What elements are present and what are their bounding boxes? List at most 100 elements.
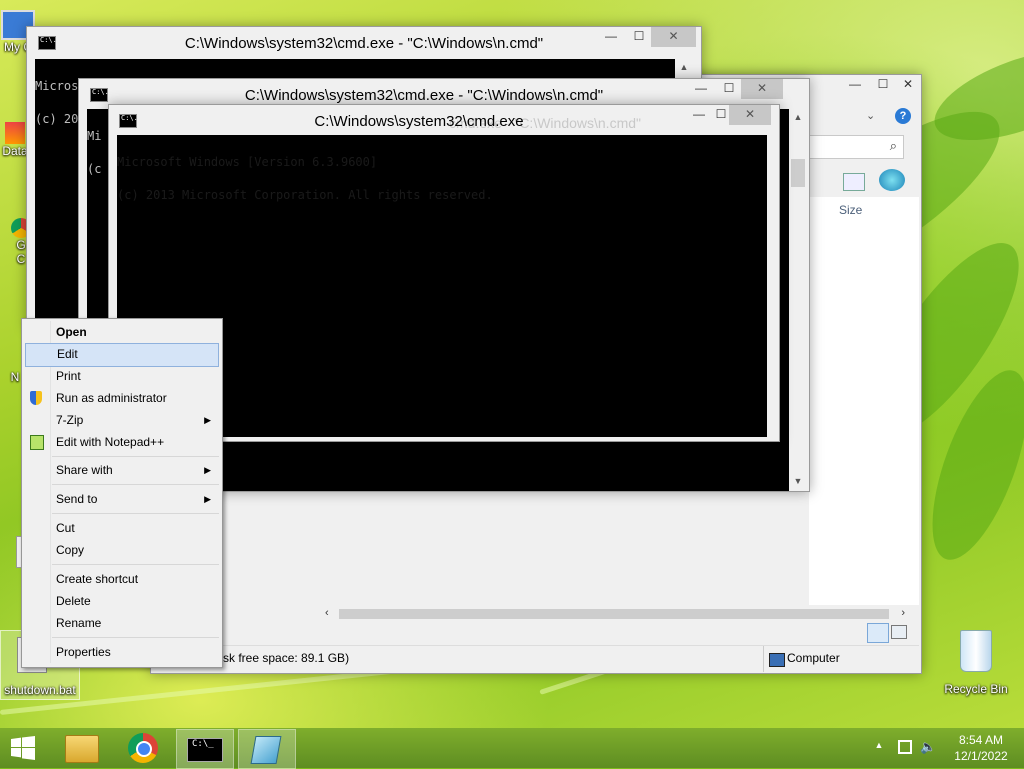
search-icon: ⌕: [889, 138, 897, 153]
menu-item-label: Properties: [56, 645, 111, 659]
submenu-arrow-icon: ▶: [204, 465, 211, 475]
horizontal-scrollbar[interactable]: ‹ ›: [323, 605, 913, 623]
cmd-window-1-titlebar[interactable]: C:\Windows\system32\cmd.exe - "C:\Window…: [27, 27, 701, 57]
chevron-up-icon[interactable]: ▲: [675, 59, 693, 75]
menu-item-label: 7-Zip: [56, 413, 84, 427]
chevron-down-icon[interactable]: ▼: [789, 473, 807, 489]
maximize-button[interactable]: ☐: [625, 27, 653, 47]
console-icon: [90, 88, 109, 102]
chrome-icon-center: [136, 741, 152, 757]
menu-item-label: Run as administrator: [56, 391, 167, 405]
close-button[interactable]: ✕: [729, 105, 771, 125]
chevron-left-icon[interactable]: ‹: [325, 607, 329, 619]
taskbar-cmd[interactable]: C:\_: [176, 729, 234, 769]
taskbar-file-explorer[interactable]: [53, 729, 109, 767]
close-button[interactable]: ✕: [651, 27, 696, 47]
minimize-button[interactable]: —: [687, 79, 715, 99]
cmd-window-3-titlebar[interactable]: cmd.exe - "C:\Windows\n.cmd" C:\Windows\…: [109, 105, 779, 135]
windows-logo-icon: [11, 736, 35, 760]
shield-icon: [30, 391, 42, 405]
context-menu[interactable]: Open Edit Print Run as administrator 7-Z…: [21, 318, 223, 668]
submenu-arrow-icon: ▶: [204, 494, 211, 504]
chrome-icon: [128, 733, 158, 763]
menu-item-label: Print: [56, 369, 81, 383]
network-icon[interactable]: [898, 740, 912, 754]
chevron-right-icon[interactable]: ›: [901, 607, 905, 619]
console-line: Microsoft Windows [Version 6.3.9600]: [117, 155, 378, 169]
menu-item-edit[interactable]: Edit: [25, 343, 219, 367]
minimize-button[interactable]: —: [841, 75, 869, 95]
menu-item-send-to[interactable]: Send to ▶: [25, 488, 219, 510]
show-hidden-icons-button[interactable]: ▲: [872, 740, 886, 754]
help-icon[interactable]: ?: [895, 108, 911, 124]
menu-separator: [52, 513, 219, 514]
menu-separator: [52, 484, 219, 485]
desktop-icon-label: N: [10, 370, 20, 384]
volume-icon[interactable]: 🔈: [920, 740, 936, 754]
menu-separator: [52, 637, 219, 638]
clock[interactable]: 8:54 AM 12/1/2022: [944, 732, 1018, 764]
close-button[interactable]: ✕: [741, 79, 783, 99]
console-icon: C:\_: [187, 738, 223, 762]
menu-item-label: Edit with Notepad++: [56, 435, 165, 449]
status-free-space: sk free space: 89.1 GB): [223, 651, 350, 665]
clock-time: 8:54 AM: [958, 733, 1004, 747]
notepad-icon: [250, 736, 282, 764]
column-header-size[interactable]: Size: [839, 203, 862, 217]
menu-item-cut[interactable]: Cut: [25, 517, 219, 539]
window-title: C:\Windows\system32\cmd.exe - "C:\Window…: [184, 35, 544, 52]
menu-item-label: Cut: [56, 521, 75, 535]
taskbar-chrome[interactable]: [116, 729, 172, 767]
console-icon-glyph: C:\_: [192, 739, 214, 749]
view-icon[interactable]: [879, 169, 905, 191]
menu-item-open[interactable]: Open: [25, 321, 219, 343]
menu-item-rename[interactable]: Rename: [25, 612, 219, 634]
menu-item-notepadpp[interactable]: Edit with Notepad++: [25, 431, 219, 453]
desktop-icon-recycle-bin[interactable]: Recycle Bin: [940, 630, 1012, 696]
preview-pane-icon[interactable]: [843, 173, 865, 191]
menu-item-label: Share with: [56, 463, 113, 477]
chevron-up-icon: ▲: [874, 740, 884, 750]
scrollbar-thumb[interactable]: [339, 609, 889, 619]
vertical-scrollbar[interactable]: ▲ ▼: [789, 109, 807, 489]
search-input[interactable]: ⌕: [806, 135, 904, 159]
details-view-button[interactable]: [867, 623, 889, 643]
menu-item-label: Edit: [57, 347, 78, 361]
menu-item-label: Create shortcut: [56, 572, 139, 586]
minimize-button[interactable]: —: [597, 27, 625, 47]
status-location: Computer: [787, 651, 840, 665]
menu-item-create-shortcut[interactable]: Create shortcut: [25, 568, 219, 590]
maximize-button[interactable]: ☐: [715, 79, 743, 99]
computer-icon: [769, 653, 785, 667]
status-bar: sk free space: 89.1 GB) Computer: [151, 645, 919, 672]
desktop-icon-label: Recycle Bin: [944, 682, 1008, 696]
menu-item-run-as-admin[interactable]: Run as administrator: [25, 387, 219, 409]
large-icons-view-button[interactable]: [891, 625, 907, 639]
menu-item-properties[interactable]: Properties: [25, 641, 219, 663]
start-button[interactable]: [0, 729, 46, 767]
chevron-down-icon[interactable]: ⌄: [866, 109, 875, 122]
file-list[interactable]: Size: [809, 197, 919, 605]
scrollbar-thumb[interactable]: [791, 159, 805, 187]
menu-item-label: Send to: [56, 492, 98, 506]
menu-separator: [52, 456, 219, 457]
menu-item-7zip[interactable]: 7-Zip ▶: [25, 409, 219, 431]
folder-icon: [65, 735, 99, 763]
taskbar: C:\_ ▲ 🔈 8:54 AM 12/1/2022: [0, 728, 1024, 769]
menu-item-label: Delete: [56, 594, 91, 608]
menu-item-print[interactable]: Print: [25, 365, 219, 387]
menu-item-label: Open: [56, 325, 87, 339]
menu-item-delete[interactable]: Delete: [25, 590, 219, 612]
console-line: (c) 2013 Microsoft Corporation. All righ…: [117, 188, 493, 202]
menu-item-label: Copy: [56, 543, 85, 557]
window-title: C:\Windows\system32\cmd.exe - "C:\Window…: [244, 87, 604, 104]
maximize-button[interactable]: ☐: [869, 75, 897, 95]
window-title: C:\Windows\system32\cmd.exe: [314, 113, 524, 130]
taskbar-notepad[interactable]: [238, 729, 296, 769]
close-button[interactable]: ✕: [897, 75, 919, 95]
desktop-icon-n[interactable]: N: [8, 370, 22, 384]
menu-item-copy[interactable]: Copy: [25, 539, 219, 561]
chevron-up-icon[interactable]: ▲: [789, 109, 807, 125]
menu-separator: [52, 564, 219, 565]
menu-item-share-with[interactable]: Share with ▶: [25, 459, 219, 481]
